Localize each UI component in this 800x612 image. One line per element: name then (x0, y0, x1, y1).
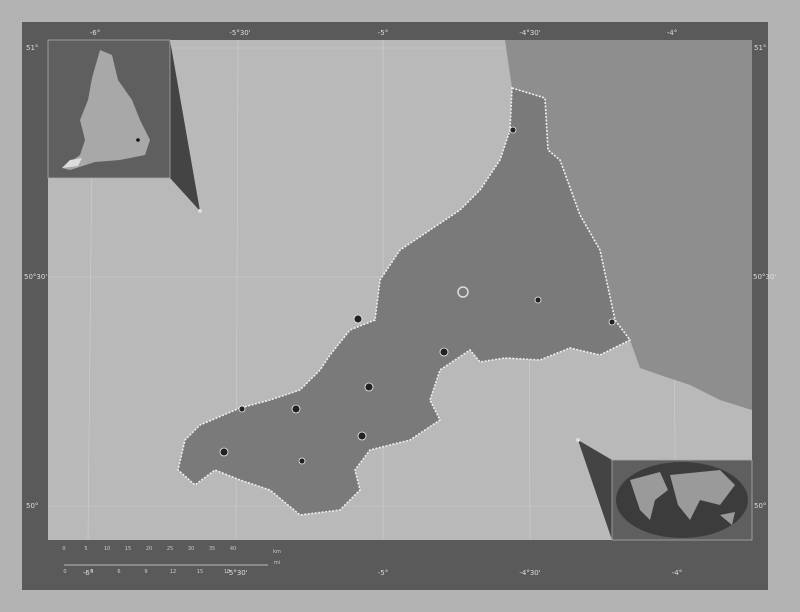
lon-label: -5°30' (229, 29, 251, 37)
scale-mi-unit: mi (273, 560, 281, 566)
lon-label: -5° (377, 29, 389, 37)
lon-label: -4°30' (519, 29, 541, 37)
scale-km-label: 40 (229, 546, 237, 552)
scale-mi-label: 15 (196, 569, 204, 575)
scale-km-label: 0 (62, 546, 66, 552)
lat-label: 50°30' (753, 273, 777, 281)
scale-km-label: 20 (145, 546, 153, 552)
lon-label: -4° (671, 569, 683, 577)
scale-km-label: 5 (84, 546, 88, 552)
scale-mi-label: 18 (223, 569, 231, 575)
scale-km-label: 25 (166, 546, 174, 552)
scale-km-label: 15 (124, 546, 132, 552)
scale-mi-label: 6 (117, 569, 121, 575)
lat-label: 50° (754, 502, 767, 510)
map-canvas[interactable] (0, 0, 800, 612)
lon-label: -4° (666, 29, 678, 37)
lat-label: 51° (754, 44, 767, 52)
scale-km-label: 35 (208, 546, 216, 552)
lon-label: -6° (89, 29, 101, 37)
lat-label: 51° (26, 44, 39, 52)
lon-label: -5° (377, 569, 389, 577)
scale-km-label: 30 (187, 546, 195, 552)
scale-km-unit: km (273, 549, 281, 555)
scale-mi-label: 9 (144, 569, 148, 575)
scale-mi-label: 3 (90, 569, 94, 575)
scale-mi-label: 0 (63, 569, 67, 575)
lon-label: -4°30' (519, 569, 541, 577)
lat-label: 50°30' (24, 273, 48, 281)
lat-label: 50° (26, 502, 39, 510)
scale-km-label: 10 (103, 546, 111, 552)
scale-mi-label: 12 (169, 569, 177, 575)
